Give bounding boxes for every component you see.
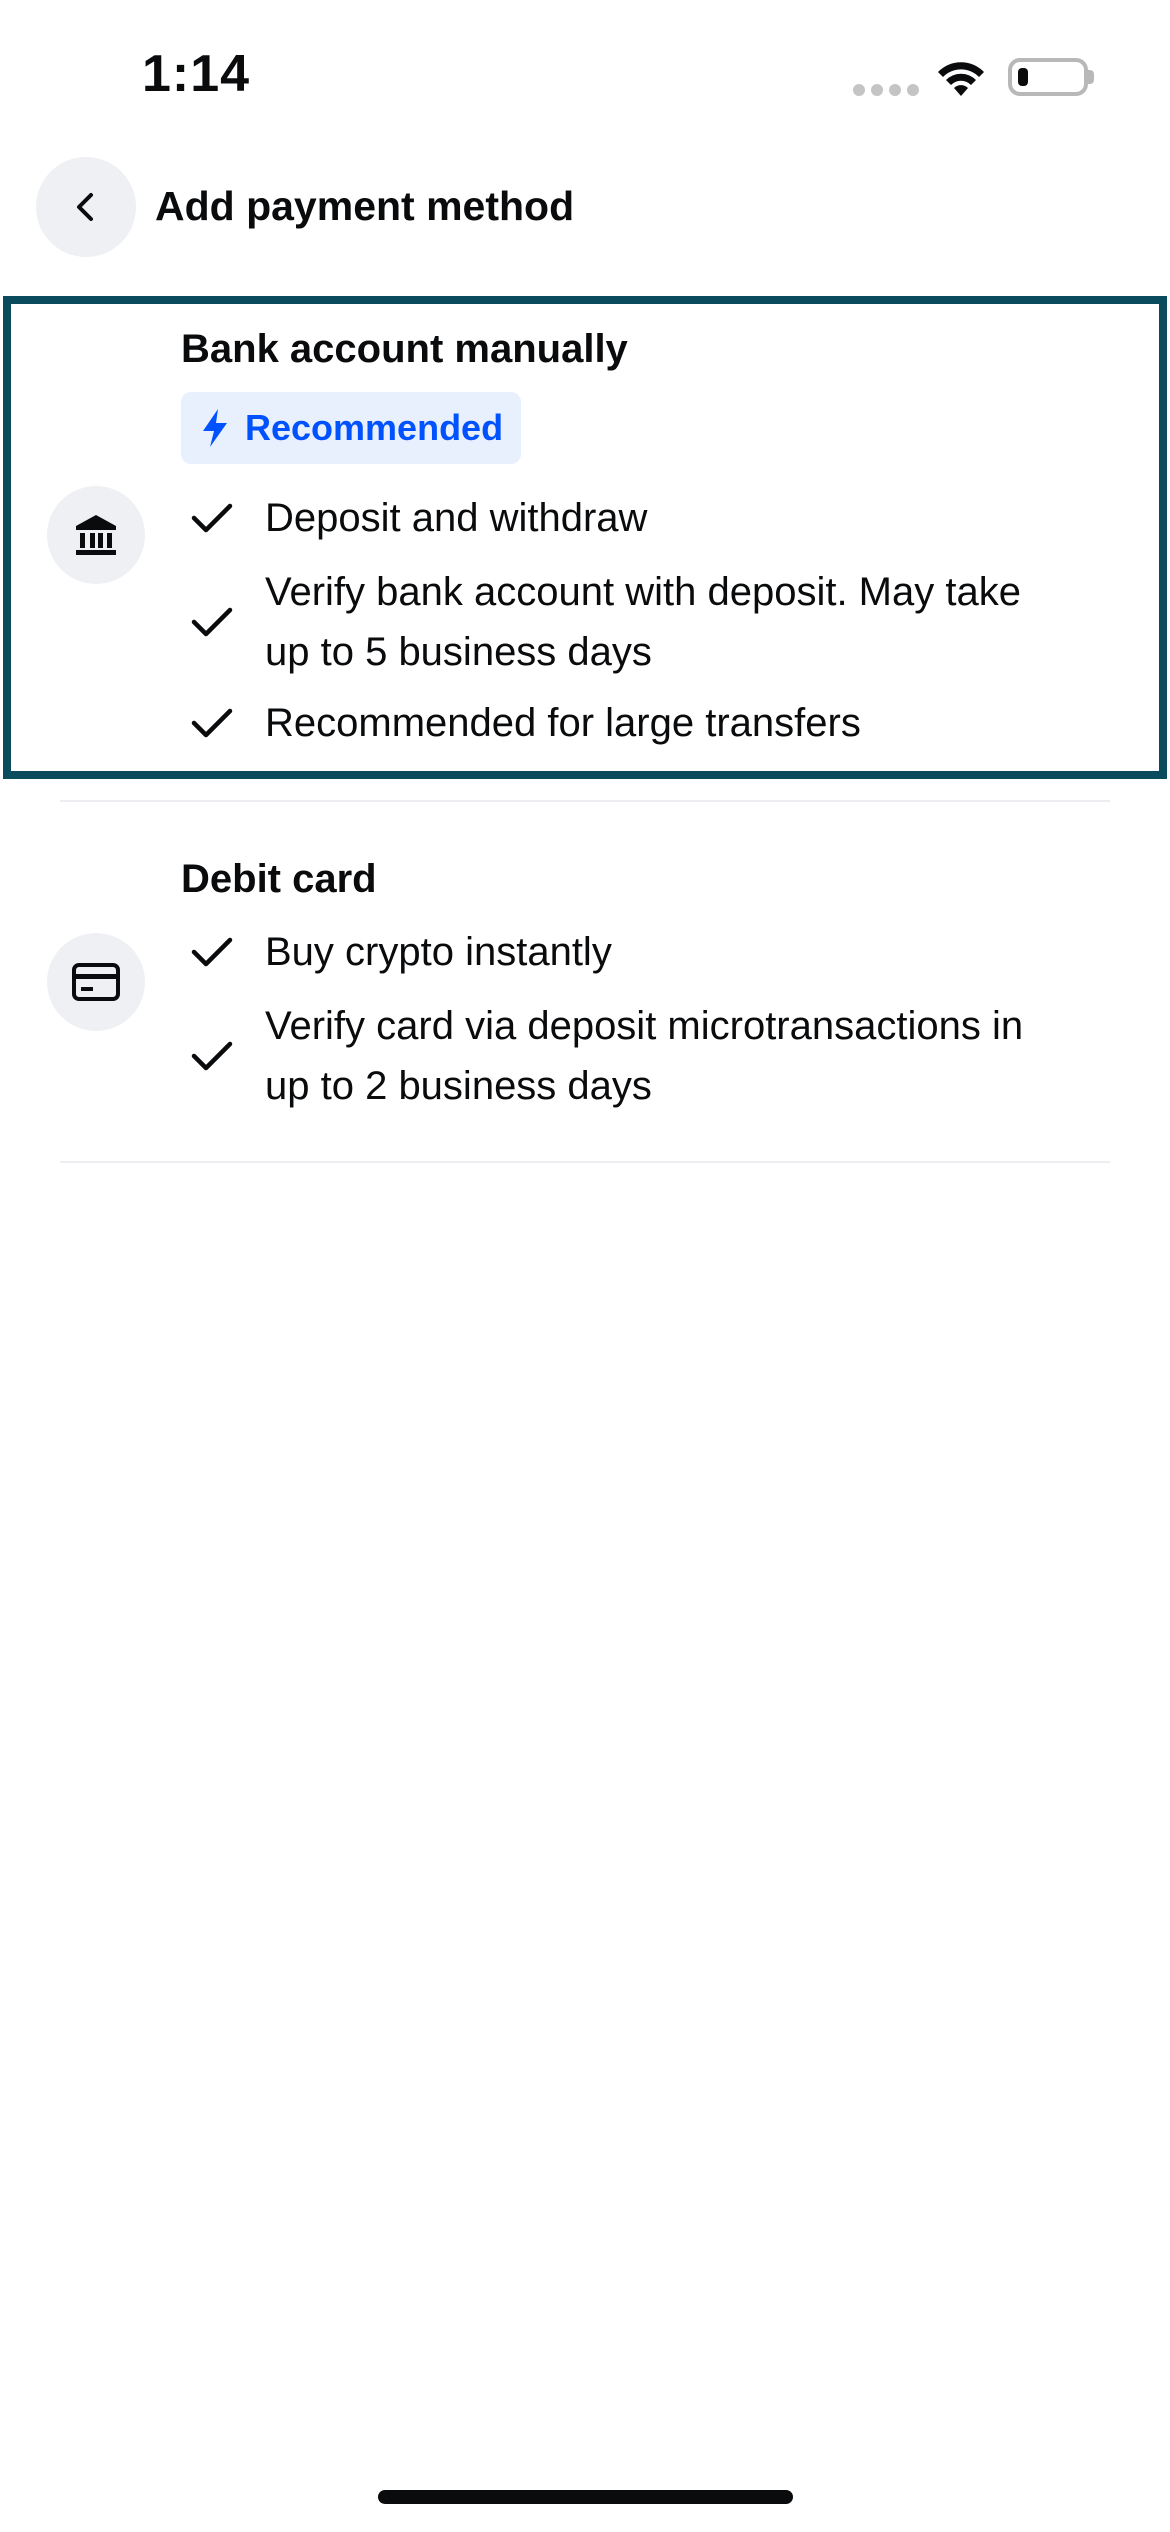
home-indicator[interactable] bbox=[378, 2490, 793, 2504]
feature-item: Verify bank account with deposit. May ta… bbox=[181, 562, 1081, 682]
option-title: Bank account manually bbox=[181, 327, 628, 371]
divider bbox=[60, 1161, 1110, 1163]
wifi-icon bbox=[935, 58, 987, 103]
feature-text: Recommended for large transfers bbox=[265, 701, 861, 745]
feature-text: Verify card via deposit microtransaction… bbox=[265, 1004, 1024, 1108]
header: Add payment method bbox=[0, 155, 1170, 260]
status-time: 1:14 bbox=[142, 45, 251, 103]
check-icon bbox=[190, 498, 234, 543]
feature-item: Verify card via deposit microtransaction… bbox=[181, 996, 1081, 1116]
bank-icon bbox=[47, 486, 145, 584]
check-icon bbox=[190, 932, 234, 977]
chevron-left-icon bbox=[66, 187, 106, 227]
feature-item: Recommended for large transfers bbox=[181, 693, 1081, 753]
page-title: Add payment method bbox=[155, 183, 575, 229]
feature-item: Buy crypto instantly bbox=[181, 922, 1081, 982]
cellular-signal-icon bbox=[853, 84, 919, 96]
lightning-icon bbox=[199, 407, 231, 449]
recommended-badge: Recommended bbox=[181, 392, 521, 464]
check-icon bbox=[190, 602, 234, 647]
feature-item: Deposit and withdraw bbox=[181, 488, 1081, 548]
status-bar: 1:14 bbox=[0, 0, 1170, 150]
battery-cap bbox=[1088, 70, 1094, 84]
feature-text: Deposit and withdraw bbox=[265, 496, 648, 540]
feature-text: Buy crypto instantly bbox=[265, 930, 612, 974]
battery-icon bbox=[1008, 58, 1088, 96]
check-icon bbox=[190, 1036, 234, 1081]
option-title: Debit card bbox=[181, 857, 377, 901]
back-button[interactable] bbox=[36, 157, 136, 257]
feature-text: Verify bank account with deposit. May ta… bbox=[265, 570, 1021, 674]
check-icon bbox=[190, 703, 234, 748]
credit-card-icon bbox=[47, 933, 145, 1031]
badge-label: Recommended bbox=[245, 407, 504, 448]
